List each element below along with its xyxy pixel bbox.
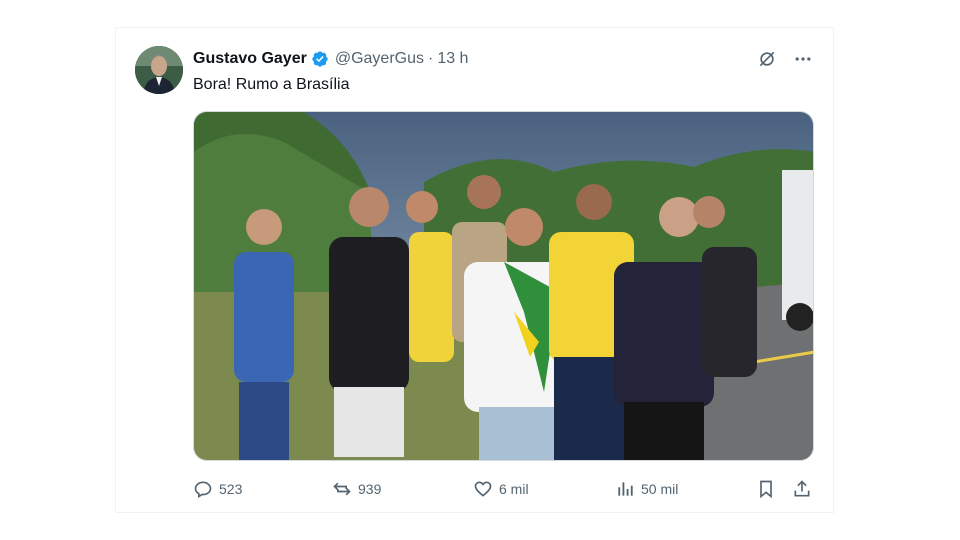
analytics-icon [618,482,633,496]
share-button[interactable] [792,476,812,502]
reply-count: 523 [219,481,243,497]
views-button[interactable]: 50 mil [615,476,678,502]
more-icon[interactable] [792,48,814,70]
share-icon [794,480,810,497]
verified-badge-icon [311,50,329,68]
like-count: 6 mil [499,481,529,497]
repost-count: 939 [358,481,382,497]
like-button[interactable]: 6 mil [473,476,529,502]
views-count: 50 mil [641,481,679,497]
tweet-photo[interactable] [193,111,814,461]
heart-icon [474,481,492,497]
tweet-top-actions [756,48,814,70]
bookmark-button[interactable] [756,476,776,502]
grok-icon[interactable] [756,48,778,70]
bookmark-icon [760,480,772,499]
repost-button[interactable]: 939 [332,476,381,502]
author-handle[interactable]: @GayerGus [335,50,424,68]
tweet-text: Bora! Rumo a Brasília [193,76,350,93]
reply-icon [194,481,212,499]
repost-icon [333,482,351,496]
separator-dot: · [427,50,434,67]
author-avatar[interactable] [135,46,183,94]
tweet-header: Gustavo Gayer @GayerGus · 13 h [193,48,468,70]
tweet-action-bar: 523 939 6 mil 50 mil [193,476,814,502]
author-name[interactable]: Gustavo Gayer [193,50,307,68]
reply-button[interactable]: 523 [193,476,242,502]
tweet-timestamp[interactable]: 13 h [437,50,468,68]
